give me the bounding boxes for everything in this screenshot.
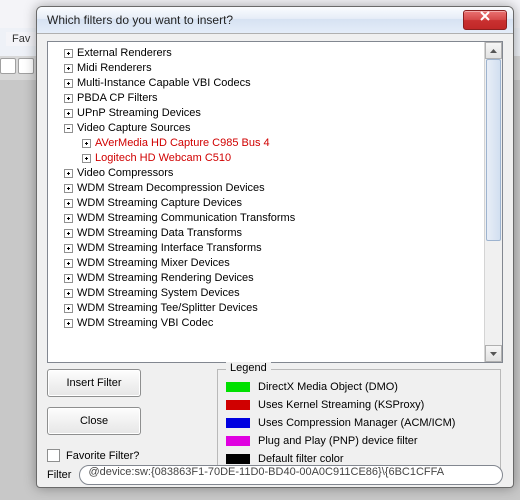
tree-node-label: WDM Stream Decompression Devices [77,181,265,196]
bg-tab-favorites[interactable]: Fav [6,32,36,46]
expand-icon[interactable] [64,214,73,223]
legend-swatch [226,400,250,410]
tree-node[interactable]: UPnP Streaming Devices [50,106,483,121]
tree-node-label: Midi Renderers [77,61,152,76]
expand-icon[interactable] [64,64,73,73]
close-icon [479,11,491,21]
tree-node[interactable]: Multi-Instance Capable VBI Codecs [50,76,483,91]
paste-icon[interactable] [18,58,34,74]
tree-node-label: WDM Streaming Mixer Devices [77,256,230,271]
tree-scrollbar[interactable] [484,42,502,362]
tree-node[interactable]: WDM Streaming Tee/Splitter Devices [50,301,483,316]
legend-group: Legend DirectX Media Object (DMO)Uses Ke… [217,369,501,477]
favorite-filter-label: Favorite Filter? [66,450,139,462]
tree-node[interactable]: WDM Streaming VBI Codec [50,316,483,331]
tree-node-label: Video Compressors [77,166,173,181]
expand-icon[interactable] [64,184,73,193]
tree-node-label: WDM Streaming Rendering Devices [77,271,254,286]
close-button[interactable]: Close [47,407,141,435]
legend-row: DirectX Media Object (DMO) [226,378,492,396]
tree-node-label: Logitech HD Webcam C510 [95,151,231,166]
expand-icon[interactable] [82,154,91,163]
tree-node[interactable]: Midi Renderers [50,61,483,76]
legend-label: Uses Compression Manager (ACM/ICM) [258,417,455,429]
tree-node[interactable]: PBDA CP Filters [50,91,483,106]
expand-icon[interactable] [82,139,91,148]
expand-icon[interactable] [64,319,73,328]
tree-node[interactable]: External Renderers [50,46,483,61]
expand-icon[interactable] [64,49,73,58]
dialog-bottom-area: Insert Filter Close Favorite Filter? Leg… [47,369,503,462]
tree-node-label: WDM Streaming System Devices [77,286,240,301]
favorite-filter-checkbox[interactable] [47,449,60,462]
filter-path-label: Filter [47,469,71,481]
legend-row: Uses Compression Manager (ACM/ICM) [226,414,492,432]
legend-row: Plug and Play (PNP) device filter [226,432,492,450]
tree-node-label: AVerMedia HD Capture C985 Bus 4 [95,136,270,151]
tree-node[interactable]: WDM Streaming Capture Devices [50,196,483,211]
window-close-button[interactable] [463,10,507,30]
tree-node-label: PBDA CP Filters [77,91,158,106]
filter-path-row: Filter @device:sw:{083863F1-70DE-11D0-BD… [47,465,503,485]
tree-node-label: Multi-Instance Capable VBI Codecs [77,76,251,91]
tree-node-label: External Renderers [77,46,172,61]
legend-row: Uses Kernel Streaming (KSProxy) [226,396,492,414]
tree-node-label: WDM Streaming Interface Transforms [77,241,262,256]
legend-swatch [226,454,250,464]
expand-icon[interactable] [64,94,73,103]
scroll-down-arrow-icon[interactable] [485,345,502,362]
titlebar[interactable]: Which filters do you want to insert? [37,7,513,34]
insert-filters-dialog: Which filters do you want to insert? Ext… [36,6,514,488]
legend-label: DirectX Media Object (DMO) [258,381,398,393]
tree-node[interactable]: WDM Streaming Interface Transforms [50,241,483,256]
tree-node[interactable]: AVerMedia HD Capture C985 Bus 4 [50,136,483,151]
expand-icon[interactable] [64,229,73,238]
legend-swatch [226,382,250,392]
legend-label: Plug and Play (PNP) device filter [258,435,418,447]
tree-node[interactable]: Video Compressors [50,166,483,181]
tree-node[interactable]: WDM Streaming Rendering Devices [50,271,483,286]
expand-icon[interactable] [64,199,73,208]
tree-node[interactable]: WDM Streaming Data Transforms [50,226,483,241]
legend-label: Default filter color [258,453,344,465]
legend-label: Uses Kernel Streaming (KSProxy) [258,399,424,411]
tree-node-label: WDM Streaming Communication Transforms [77,211,295,226]
tree-node-label: WDM Streaming Capture Devices [77,196,242,211]
expand-icon[interactable] [64,109,73,118]
legend-swatch [226,436,250,446]
expand-icon[interactable] [64,289,73,298]
tree-node-label: WDM Streaming Data Transforms [77,226,242,241]
scroll-up-arrow-icon[interactable] [485,42,502,59]
tree-node[interactable]: WDM Streaming Mixer Devices [50,256,483,271]
legend-swatch [226,418,250,428]
expand-icon[interactable] [64,304,73,313]
expand-icon[interactable] [64,79,73,88]
collapse-icon[interactable] [64,124,73,133]
tree-node[interactable]: WDM Streaming Communication Transforms [50,211,483,226]
tree-node-label: WDM Streaming Tee/Splitter Devices [77,301,258,316]
expand-icon[interactable] [64,259,73,268]
insert-filter-button[interactable]: Insert Filter [47,369,141,397]
copy-icon[interactable] [0,58,16,74]
tree-node[interactable]: WDM Stream Decompression Devices [50,181,483,196]
tree-node[interactable]: Logitech HD Webcam C510 [50,151,483,166]
tree-node[interactable]: Video Capture Sources [50,121,483,136]
expand-icon[interactable] [64,169,73,178]
legend-title: Legend [226,362,271,374]
tree-node-label: Video Capture Sources [77,121,191,136]
dialog-title: Which filters do you want to insert? [43,13,463,27]
tree-node-label: UPnP Streaming Devices [77,106,201,121]
tree-node-label: WDM Streaming VBI Codec [77,316,213,331]
expand-icon[interactable] [64,274,73,283]
scroll-thumb[interactable] [486,59,501,241]
filter-tree[interactable]: External RenderersMidi RenderersMulti-In… [47,41,503,363]
filter-path-input[interactable]: @device:sw:{083863F1-70DE-11D0-BD40-00A0… [79,465,503,485]
bg-toolbar [0,58,34,74]
tree-node[interactable]: WDM Streaming System Devices [50,286,483,301]
expand-icon[interactable] [64,244,73,253]
